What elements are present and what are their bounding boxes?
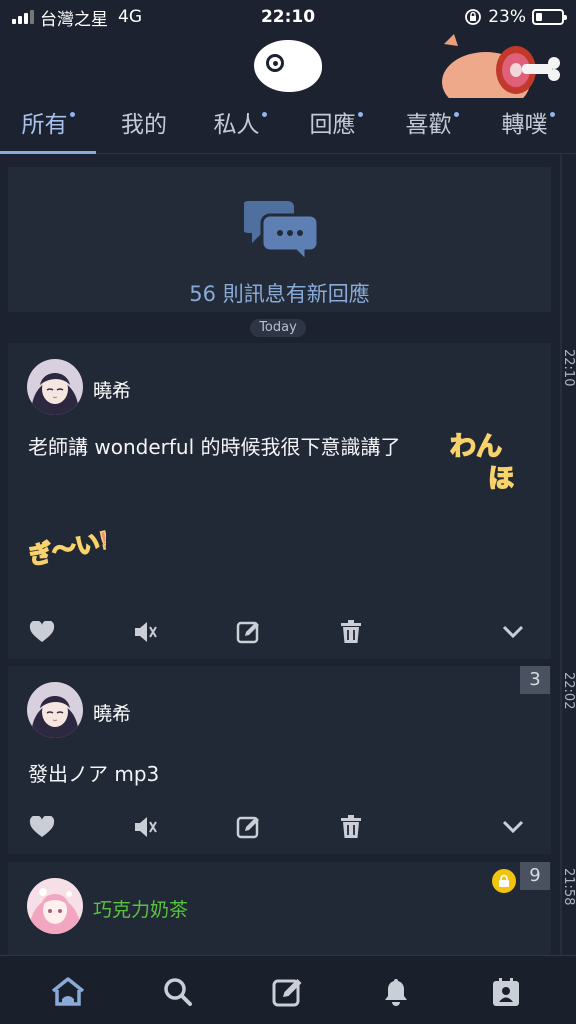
unread-dot xyxy=(261,112,267,117)
plurk-logo-icon[interactable] xyxy=(254,40,322,92)
new-responses-banner[interactable]: 56 則訊息有新回應 xyxy=(8,167,551,312)
avatar[interactable] xyxy=(27,878,83,934)
edit-button[interactable] xyxy=(234,812,264,842)
plurk-post[interactable]: 曉希 老師講 wonderful 的時候我很下意識講了 わん ほ ぎ〜い! xyxy=(8,343,551,659)
edit-button[interactable] xyxy=(234,617,264,647)
plurk-post[interactable]: 曉希 發出ノア mp3 xyxy=(8,666,551,854)
sticker-text: わん xyxy=(450,432,502,462)
post-actions xyxy=(8,617,551,647)
filter-tabs: 所有 我的 私人 回應 喜歡 轉噗 xyxy=(0,100,576,154)
private-lock-icon xyxy=(492,869,516,893)
network-label: 4G xyxy=(118,7,142,27)
trash-icon xyxy=(341,620,361,643)
tab-replurks[interactable]: 轉噗 xyxy=(480,100,576,153)
timeline-feed[interactable]: 56 則訊息有新回應 Today 曉希 老師講 wonderful 的時候我很下… xyxy=(0,155,576,955)
delete-button[interactable] xyxy=(336,812,366,842)
compose-icon xyxy=(272,979,302,1007)
tab-label: 轉噗 xyxy=(501,112,548,138)
signal-strength-icon xyxy=(12,10,34,24)
heart-icon xyxy=(29,621,55,642)
logo-eye xyxy=(266,54,284,72)
status-bar: 台灣之星 4G 22:10 23% xyxy=(0,0,576,34)
delete-button[interactable] xyxy=(336,617,366,647)
avatar-image xyxy=(27,682,83,738)
profile-card-icon xyxy=(493,978,519,1006)
mute-button[interactable] xyxy=(131,812,161,842)
mute-icon xyxy=(135,817,157,837)
nav-notifications[interactable] xyxy=(376,972,416,1012)
post-actions xyxy=(8,812,551,842)
tab-all[interactable]: 所有 xyxy=(0,100,96,154)
expand-button[interactable] xyxy=(498,812,528,842)
post-timestamp: 22:02 xyxy=(561,672,576,710)
post-timestamp: 22:10 xyxy=(561,349,576,387)
tab-label: 喜歡 xyxy=(405,112,452,138)
tab-responses[interactable]: 回應 xyxy=(288,100,384,153)
battery-icon xyxy=(532,9,567,25)
bottom-navigation xyxy=(0,955,576,1024)
sticker-emoticon: わん ほ xyxy=(449,431,515,493)
new-responses-text: 56 則訊息有新回應 xyxy=(189,282,370,306)
tab-label: 私人 xyxy=(213,112,260,138)
chat-bubbles-icon xyxy=(244,201,320,259)
sticker-text: ほ xyxy=(488,464,514,493)
app-header xyxy=(0,34,576,98)
like-button[interactable] xyxy=(27,812,57,842)
timeline-line xyxy=(560,155,562,955)
tab-label: 我的 xyxy=(121,112,167,138)
bell-icon xyxy=(385,979,407,1006)
chevron-down-icon xyxy=(502,820,524,834)
post-content: 老師講 wonderful 的時候我很下意識講了 xyxy=(28,435,401,459)
avatar-image xyxy=(27,359,83,415)
unread-dot xyxy=(357,112,363,117)
expand-button[interactable] xyxy=(498,617,528,647)
avatar-image xyxy=(27,878,83,934)
nav-home[interactable] xyxy=(48,972,88,1012)
ham-mascot-icon xyxy=(442,34,560,98)
mute-icon xyxy=(135,622,157,642)
response-count-badge[interactable]: 9 xyxy=(520,862,550,890)
trash-icon xyxy=(341,815,361,838)
like-button[interactable] xyxy=(27,617,57,647)
post-content: 發出ノア mp3 xyxy=(28,762,160,786)
edit-icon xyxy=(236,621,259,644)
author-name[interactable]: 曉希 xyxy=(93,376,131,403)
unread-dot xyxy=(453,112,459,117)
response-count-badge[interactable]: 3 xyxy=(520,666,550,694)
avatar[interactable] xyxy=(27,682,83,738)
battery-level-fill xyxy=(536,13,542,21)
tab-label: 所有 xyxy=(21,112,68,138)
status-right-group: 23% xyxy=(464,7,567,27)
tab-label: 回應 xyxy=(309,112,356,138)
nav-profile[interactable] xyxy=(486,972,526,1012)
nav-search[interactable] xyxy=(158,972,198,1012)
author-name[interactable]: 巧克力奶茶 xyxy=(93,895,188,922)
home-icon xyxy=(51,977,85,1006)
tab-likes[interactable]: 喜歡 xyxy=(384,100,480,153)
tab-mine[interactable]: 我的 xyxy=(96,100,192,153)
avatar[interactable] xyxy=(27,359,83,415)
battery-percent: 23% xyxy=(488,7,526,27)
unread-dot xyxy=(69,112,75,117)
sticker-emoticon: ぎ〜い! xyxy=(26,525,106,571)
tab-private[interactable]: 私人 xyxy=(192,100,288,153)
plurk-post[interactable]: 巧克力奶茶 xyxy=(8,862,551,955)
rotation-lock-icon xyxy=(465,9,482,25)
author-name[interactable]: 曉希 xyxy=(93,699,131,726)
today-divider: Today xyxy=(250,319,306,337)
chevron-down-icon xyxy=(502,625,524,639)
post-timestamp: 21:58 xyxy=(561,868,576,906)
search-icon xyxy=(164,978,192,1006)
heart-icon xyxy=(29,816,55,837)
edit-icon xyxy=(236,816,259,839)
mute-button[interactable] xyxy=(131,617,161,647)
unread-dot xyxy=(549,112,555,117)
carrier-label: 台灣之星 xyxy=(40,9,108,30)
sticker-text: ぎ〜い! xyxy=(26,526,106,571)
nav-compose[interactable] xyxy=(268,972,308,1012)
